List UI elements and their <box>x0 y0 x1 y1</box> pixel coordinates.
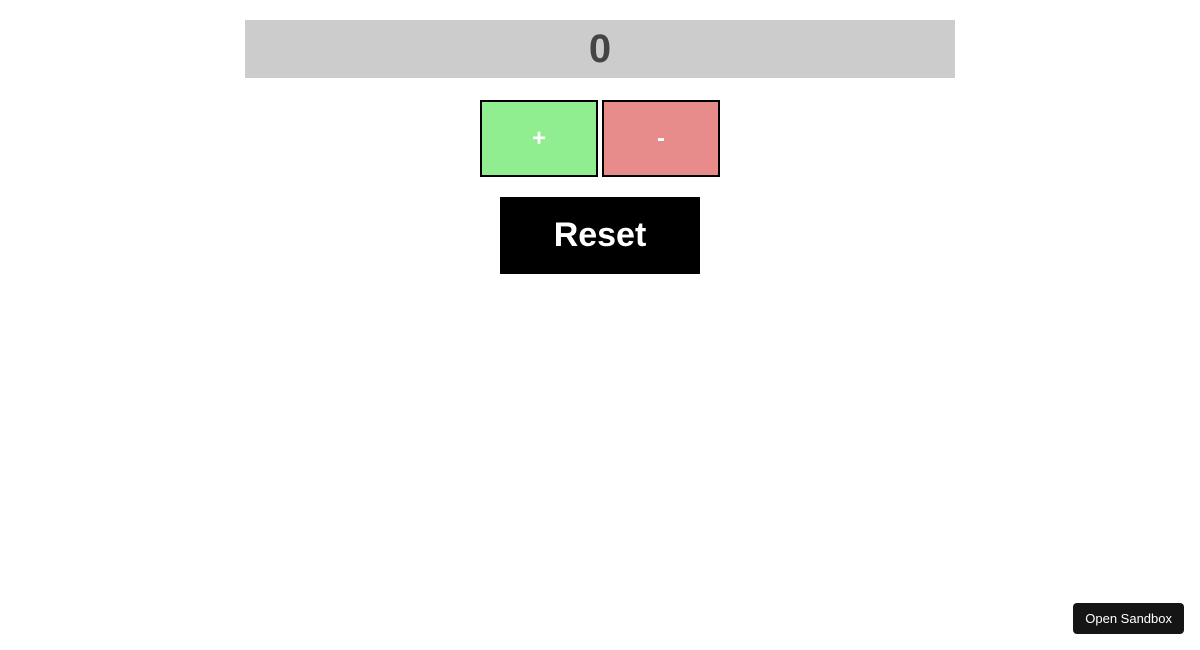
reset-row: Reset <box>0 197 1200 274</box>
decrement-button[interactable]: - <box>602 100 720 177</box>
reset-label: Reset <box>554 216 647 255</box>
counter-app: 0 + - Reset <box>0 20 1200 274</box>
increment-label: + <box>532 125 546 153</box>
open-sandbox-button[interactable]: Open Sandbox <box>1073 603 1184 634</box>
open-sandbox-label: Open Sandbox <box>1085 611 1172 626</box>
reset-button[interactable]: Reset <box>500 197 700 274</box>
increment-decrement-row: + - <box>0 100 1200 177</box>
increment-button[interactable]: + <box>480 100 598 177</box>
counter-display: 0 <box>245 20 955 78</box>
counter-value: 0 <box>589 27 611 72</box>
decrement-label: - <box>657 125 665 153</box>
